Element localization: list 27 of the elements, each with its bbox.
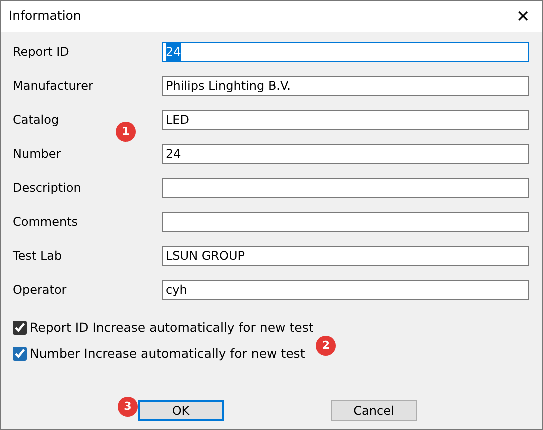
ok-button[interactable]: OK [138,400,224,421]
checkbox[interactable] [13,321,27,335]
annotation-marker: 3 [118,397,138,417]
field-label: Report ID [13,44,70,61]
field-label: Comments [13,214,80,231]
field-label: Catalog [13,112,60,129]
text-field[interactable]: cyh [162,280,529,300]
checkbox-label: Report ID Increase automatically for new test [30,318,314,337]
field-label: Manufacturer [13,78,94,95]
field-label: Operator [13,282,68,299]
field-label: Number [13,146,62,163]
text-field[interactable]: 24 [162,42,529,62]
text-field[interactable]: LED [162,110,529,130]
text-field[interactable]: Philips Linghting B.V. [162,76,529,96]
window-title: Information [9,7,82,26]
text-field[interactable]: LSUN GROUP [162,246,529,266]
text-field[interactable] [162,178,529,198]
cancel-button[interactable]: Cancel [331,400,417,421]
field-label: Description [13,180,82,197]
field-label: Test Lab [13,248,64,265]
text-field[interactable]: 24 [162,144,529,164]
checkbox[interactable] [13,347,27,361]
close-button[interactable]: ✕ [514,8,532,24]
annotation-marker: 1 [116,122,136,142]
checkbox-label: Number Increase automatically for new test [30,344,306,363]
annotation-marker: 2 [316,336,336,356]
text-field[interactable] [162,212,529,232]
